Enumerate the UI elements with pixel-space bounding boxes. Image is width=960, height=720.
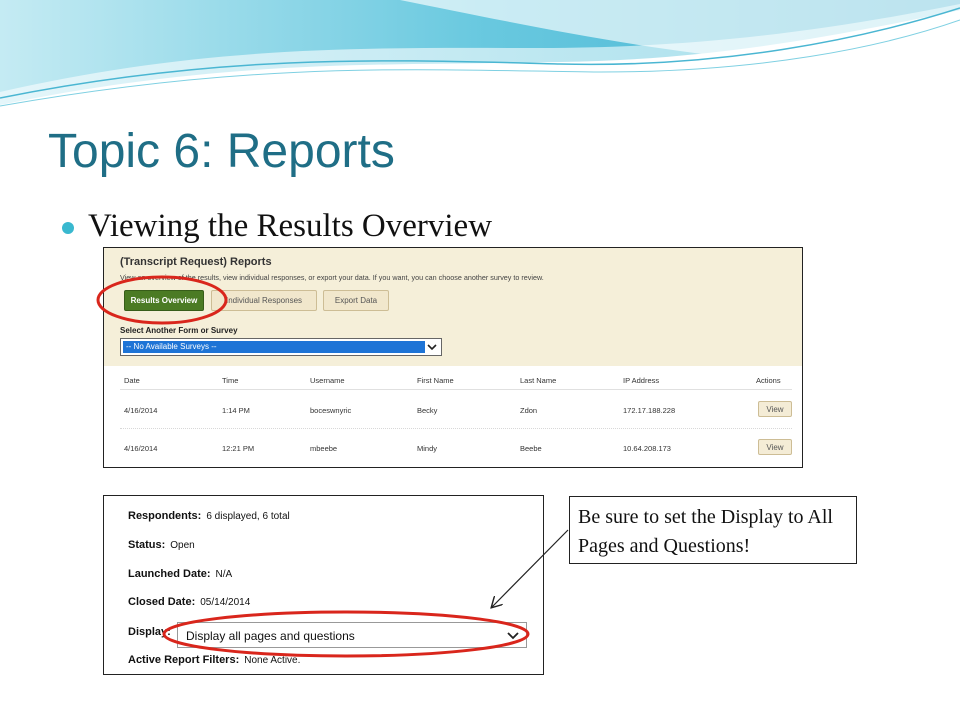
slide-title: Topic 6: Reports (48, 125, 395, 178)
chevron-down-icon (427, 344, 437, 351)
col-header-last-name: Last Name (520, 376, 557, 385)
cell-ip-address: 10.64.208.173 (623, 444, 671, 453)
respondents-value: 6 displayed, 6 total (206, 511, 290, 522)
respondents-label: Respondents: (128, 510, 202, 522)
cell-first-name: Becky (417, 406, 438, 415)
view-button[interactable]: View (758, 439, 792, 455)
status-row: Status: Open (128, 539, 195, 551)
display-select-value: Display all pages and questions (186, 629, 355, 643)
reports-title: (Transcript Request) Reports (120, 256, 272, 268)
col-header-date: Date (124, 376, 140, 385)
chevron-down-icon (507, 632, 519, 640)
row-divider (120, 428, 792, 429)
cell-ip-address: 172.17.188.228 (623, 406, 676, 415)
active-filters-label: Active Report Filters: (128, 654, 240, 666)
col-header-username: Username (310, 376, 345, 385)
status-label: Status: (128, 539, 166, 551)
bullet-text: Viewing the Results Overview (88, 208, 493, 244)
cell-time: 12:21 PM (222, 444, 255, 453)
reports-header-area: (Transcript Request) Reports View an ove… (104, 248, 802, 366)
col-header-ip-address: IP Address (623, 376, 660, 385)
display-label-row: Display: (128, 626, 171, 638)
cell-username: mbeebe (310, 444, 338, 453)
cell-date: 4/16/2014 (124, 406, 158, 415)
active-filters-row: Active Report Filters: None Active. (128, 654, 300, 666)
respondents-row: Respondents: 6 displayed, 6 total (128, 510, 290, 522)
table-header-divider (120, 389, 792, 390)
individual-responses-button[interactable]: Individual Responses (211, 290, 317, 311)
bullet-dot-icon (62, 222, 74, 234)
launched-date-row: Launched Date: N/A (128, 568, 232, 580)
cell-date: 4/16/2014 (124, 444, 158, 453)
cell-time: 1:14 PM (222, 406, 250, 415)
overview-details-screenshot: Respondents: 6 displayed, 6 total Status:… (103, 495, 544, 675)
cell-last-name: Beebe (520, 444, 542, 453)
results-overview-button[interactable]: Results Overview (124, 290, 204, 311)
col-header-actions: Actions (756, 376, 781, 385)
display-label: Display: (128, 626, 171, 638)
col-header-first-name: First Name (417, 376, 454, 385)
select-survey-value: -- No Available Surveys -- (123, 341, 425, 353)
status-value: Open (170, 540, 195, 551)
wave-header-decoration (0, 0, 960, 107)
closed-date-row: Closed Date: 05/14/2014 (128, 596, 250, 608)
closed-date-label: Closed Date: (128, 596, 196, 608)
launched-date-label: Launched Date: (128, 568, 211, 580)
reports-description: View an overview of the results, view in… (120, 273, 544, 282)
display-select[interactable]: Display all pages and questions (177, 622, 527, 648)
active-filters-value: None Active. (244, 655, 301, 666)
cell-first-name: Mindy (417, 444, 438, 453)
col-header-time: Time (222, 376, 239, 385)
cell-last-name: Zdon (520, 406, 538, 415)
select-survey-dropdown[interactable]: -- No Available Surveys -- (120, 338, 442, 356)
export-data-button[interactable]: Export Data (323, 290, 389, 311)
view-button[interactable]: View (758, 401, 792, 417)
select-survey-label: Select Another Form or Survey (120, 326, 238, 335)
launched-date-value: N/A (215, 569, 233, 580)
closed-date-value: 05/14/2014 (200, 597, 251, 608)
callout-text: Be sure to set the Display to All Pages … (578, 506, 833, 557)
callout-box: Be sure to set the Display to All Pages … (569, 496, 857, 564)
reports-panel-screenshot: (Transcript Request) Reports View an ove… (103, 247, 803, 468)
cell-username: boceswnyric (310, 406, 352, 415)
